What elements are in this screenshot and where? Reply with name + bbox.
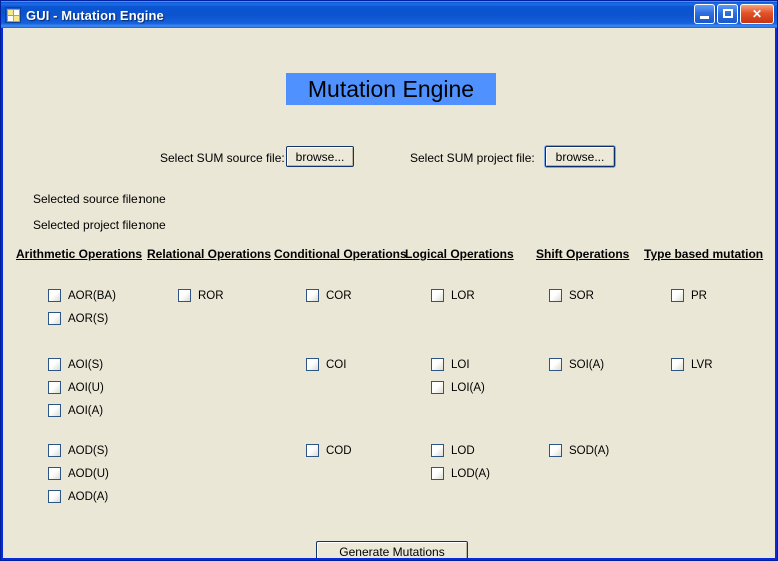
checkbox-box-icon[interactable] xyxy=(48,381,61,394)
checkbox-label: SOD(A) xyxy=(569,444,610,457)
checkbox-box-icon[interactable] xyxy=(671,358,684,371)
checkbox-aois[interactable]: AOI(S) xyxy=(48,358,103,371)
checkbox-label: COD xyxy=(326,444,352,457)
checkbox-box-icon[interactable] xyxy=(549,358,562,371)
checkbox-box-icon[interactable] xyxy=(178,289,191,302)
browse-source-button[interactable]: browse... xyxy=(286,146,354,167)
checkbox-box-icon[interactable] xyxy=(431,444,444,457)
client-area: Mutation Engine Select SUM source file: … xyxy=(3,28,775,558)
checkbox-aorba[interactable]: AOR(BA) xyxy=(48,289,116,302)
project-file-label: Select SUM project file: xyxy=(410,151,535,165)
checkbox-label: AOI(S) xyxy=(68,358,104,371)
checkbox-label: LOI(A) xyxy=(451,381,485,394)
checkbox-box-icon[interactable] xyxy=(431,467,444,480)
checkbox-loia[interactable]: LOI(A) xyxy=(431,381,485,394)
checkbox-soia[interactable]: SOI(A) xyxy=(549,358,604,371)
checkbox-label: COR xyxy=(326,289,352,302)
browse-project-button[interactable]: browse... xyxy=(545,146,615,167)
checkbox-box-icon[interactable] xyxy=(306,444,319,457)
checkbox-lor[interactable]: LOR xyxy=(431,289,475,302)
checkbox-aoia[interactable]: AOI(A) xyxy=(48,404,103,417)
checkbox-aoiu[interactable]: AOI(U) xyxy=(48,381,104,394)
selected-source-label: Selected source file: xyxy=(33,192,142,206)
column-header: Type based mutation xyxy=(644,247,764,261)
title-bar[interactable]: GUI - Mutation Engine ✕ xyxy=(1,1,777,28)
checkbox-box-icon[interactable] xyxy=(48,289,61,302)
checkbox-box-icon[interactable] xyxy=(48,490,61,503)
generate-mutations-button[interactable]: Generate Mutations xyxy=(316,541,468,558)
checkbox-lod[interactable]: LOD xyxy=(431,444,475,457)
checkbox-label: AOD(S) xyxy=(68,444,109,457)
checkbox-box-icon[interactable] xyxy=(306,289,319,302)
checkbox-label: AOI(U) xyxy=(68,381,104,394)
checkbox-box-icon[interactable] xyxy=(549,289,562,302)
checkbox-label: AOI(A) xyxy=(68,404,104,417)
minimize-icon xyxy=(700,16,709,19)
checkbox-box-icon[interactable] xyxy=(48,444,61,457)
checkbox-coi[interactable]: COI xyxy=(306,358,346,371)
checkbox-box-icon[interactable] xyxy=(48,358,61,371)
checkbox-box-icon[interactable] xyxy=(306,358,319,371)
column-header: Relational Operations xyxy=(147,247,272,261)
checkbox-aods[interactable]: AOD(S) xyxy=(48,444,108,457)
checkbox-aodu[interactable]: AOD(U) xyxy=(48,467,109,480)
checkbox-loi[interactable]: LOI xyxy=(431,358,470,371)
selected-project-label: Selected project file: xyxy=(33,218,142,232)
checkbox-box-icon[interactable] xyxy=(431,381,444,394)
window-app-icon xyxy=(5,7,21,23)
minimize-button[interactable] xyxy=(694,4,715,24)
checkbox-aors[interactable]: AOR(S) xyxy=(48,312,108,325)
checkbox-label: LVR xyxy=(691,358,713,371)
column-header: Logical Operations xyxy=(405,247,514,261)
checkbox-label: AOR(BA) xyxy=(68,289,116,302)
checkbox-pr[interactable]: PR xyxy=(671,289,707,302)
checkbox-box-icon[interactable] xyxy=(549,444,562,457)
column-header: Shift Operations xyxy=(536,247,630,261)
checkbox-box-icon[interactable] xyxy=(48,312,61,325)
checkbox-label: AOD(A) xyxy=(68,490,109,503)
page-title-banner: Mutation Engine xyxy=(286,73,496,105)
checkbox-sor[interactable]: SOR xyxy=(549,289,594,302)
checkbox-label: LOD xyxy=(451,444,475,457)
checkbox-ror[interactable]: ROR xyxy=(178,289,224,302)
application-window: GUI - Mutation Engine ✕ Mutation Engine … xyxy=(0,0,778,561)
checkbox-label: SOR xyxy=(569,289,594,302)
source-file-label: Select SUM source file: xyxy=(160,151,285,165)
checkbox-box-icon[interactable] xyxy=(48,467,61,480)
column-header: Conditional Operations xyxy=(274,247,407,261)
checkbox-label: ROR xyxy=(198,289,224,302)
checkbox-box-icon[interactable] xyxy=(431,289,444,302)
checkbox-aoda[interactable]: AOD(A) xyxy=(48,490,108,503)
maximize-button[interactable] xyxy=(717,4,738,24)
checkbox-label: LOR xyxy=(451,289,475,302)
page-title: Mutation Engine xyxy=(307,75,475,102)
checkbox-label: PR xyxy=(691,289,707,302)
checkbox-box-icon[interactable] xyxy=(671,289,684,302)
checkbox-loda[interactable]: LOD(A) xyxy=(431,467,490,480)
selected-source-value: none xyxy=(139,192,166,206)
window-title: GUI - Mutation Engine xyxy=(26,7,164,23)
maximize-icon xyxy=(723,9,733,18)
checkbox-label: AOR(S) xyxy=(68,312,109,325)
checkbox-label: SOI(A) xyxy=(569,358,605,371)
checkbox-box-icon[interactable] xyxy=(48,404,61,417)
checkbox-soda[interactable]: SOD(A) xyxy=(549,444,609,457)
checkbox-label: COI xyxy=(326,358,347,371)
checkbox-label: AOD(U) xyxy=(68,467,109,480)
checkbox-label: LOI xyxy=(451,358,470,371)
close-icon: ✕ xyxy=(751,7,763,21)
checkbox-cor[interactable]: COR xyxy=(306,289,352,302)
checkbox-label: LOD(A) xyxy=(451,467,490,480)
checkbox-box-icon[interactable] xyxy=(431,358,444,371)
checkbox-cod[interactable]: COD xyxy=(306,444,352,457)
window-controls: ✕ xyxy=(694,4,774,24)
close-button[interactable]: ✕ xyxy=(740,4,774,24)
checkbox-lvr[interactable]: LVR xyxy=(671,358,713,371)
selected-project-value: none xyxy=(139,218,166,232)
column-header: Arithmetic Operations xyxy=(16,247,143,261)
